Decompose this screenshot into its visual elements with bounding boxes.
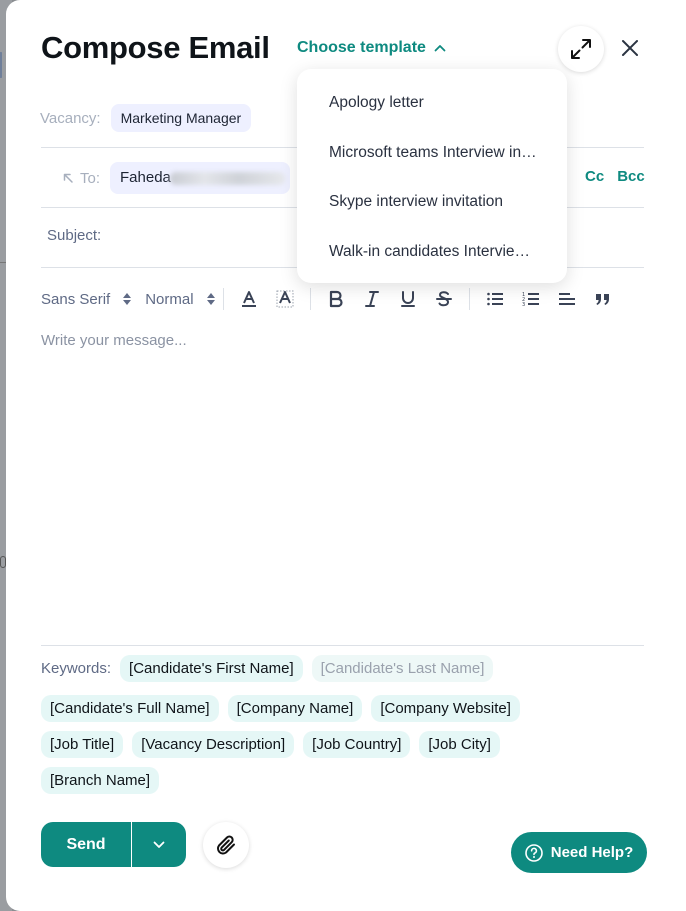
keyword-chip[interactable]: [Company Name]	[227, 695, 363, 722]
send-options-button[interactable]	[132, 822, 186, 867]
chevron-down-icon	[153, 841, 165, 848]
select-arrows-icon	[206, 293, 215, 305]
to-label-group: To:	[62, 170, 100, 187]
keyword-chip[interactable]: [Candidate's Full Name]	[41, 695, 219, 722]
expand-icon	[571, 39, 591, 59]
font-size-select[interactable]: Normal	[145, 290, 215, 308]
text-color-icon	[241, 291, 256, 307]
select-arrows-icon	[123, 293, 132, 305]
numbered-list-icon: 1 2 3	[522, 292, 539, 308]
editor-toolbar: Sans Serif Normal 1 2 3	[41, 284, 621, 314]
align-left-icon	[558, 293, 575, 305]
keyword-chip[interactable]: [Vacancy Description]	[132, 731, 295, 758]
compose-email-modal: Compose Email Choose template Apology le…	[6, 0, 686, 911]
send-button[interactable]: Send	[41, 822, 131, 867]
background-color-button[interactable]	[271, 285, 299, 313]
text-color-button[interactable]	[235, 285, 263, 313]
need-help-label: Need Help?	[550, 844, 634, 861]
template-option-apology[interactable]: Apology letter	[297, 78, 567, 128]
template-option-skype[interactable]: Skype interview invitation	[297, 177, 567, 227]
bold-button[interactable]	[322, 285, 350, 313]
font-size-value: Normal	[145, 290, 194, 308]
keywords-row: Keywords: [Candidate's First Name] [Cand…	[41, 655, 651, 682]
to-row: To: Faheda	[62, 162, 291, 194]
bcc-link[interactable]: Bcc	[617, 168, 645, 185]
keyword-chip[interactable]: [Branch Name]	[41, 767, 160, 794]
keyword-chip[interactable]: [Candidate's First Name]	[120, 655, 303, 682]
italic-button[interactable]	[358, 285, 386, 313]
chevron-up-icon	[434, 45, 446, 52]
toolbar-separator	[309, 288, 311, 310]
paperclip-icon	[217, 835, 235, 855]
underline-icon	[400, 291, 415, 307]
cc-link[interactable]: Cc	[585, 168, 604, 185]
keywords-row: [Candidate's Full Name] [Company Name] […	[41, 695, 651, 722]
message-placeholder: Write your message...	[41, 332, 187, 349]
choose-template-label: Choose template	[297, 39, 426, 56]
subject-label: Subject:	[47, 227, 102, 244]
to-label: To:	[80, 169, 101, 187]
modal-title: Compose Email	[41, 30, 270, 65]
keyword-chip[interactable]: [Company Website]	[371, 695, 520, 722]
vacancy-row: Vacancy: Marketing Manager	[40, 103, 252, 133]
blockquote-button[interactable]	[589, 285, 617, 313]
question-circle-icon	[524, 843, 543, 862]
font-family-select[interactable]: Sans Serif	[41, 290, 132, 308]
send-button-group: Send	[41, 822, 186, 867]
align-button[interactable]	[553, 285, 581, 313]
font-family-value: Sans Serif	[41, 290, 111, 308]
send-label: Send	[66, 835, 106, 853]
need-help-button[interactable]: Need Help?	[511, 832, 647, 873]
redacted-email	[170, 172, 286, 185]
message-editor[interactable]: Write your message...	[41, 332, 187, 349]
close-icon	[622, 40, 638, 56]
keyword-chip[interactable]: [Job City]	[419, 731, 500, 758]
keywords-label: Keywords:	[41, 660, 112, 677]
keyword-chip[interactable]: [Candidate's Last Name]	[311, 655, 494, 682]
bullet-list-button[interactable]	[481, 285, 509, 313]
attach-button[interactable]	[203, 822, 249, 868]
bullet-list-icon	[486, 292, 503, 306]
svg-text:3: 3	[522, 302, 525, 308]
cc-bcc-links: Cc Bcc	[585, 168, 645, 185]
keywords-row: [Job Title] [Vacancy Description] [Job C…	[41, 731, 651, 758]
italic-icon	[364, 291, 379, 307]
keyword-chip[interactable]: [Job Title]	[41, 731, 124, 758]
background-color-icon	[276, 290, 294, 308]
choose-template-toggle[interactable]: Choose template	[297, 39, 446, 57]
toolbar-separator	[222, 288, 224, 310]
strikethrough-button[interactable]	[430, 285, 458, 313]
recipient-chip[interactable]: Faheda	[110, 162, 291, 194]
numbered-list-button[interactable]: 1 2 3	[517, 285, 545, 313]
keyword-chip[interactable]: [Job Country]	[303, 731, 411, 758]
expand-button[interactable]	[558, 26, 604, 72]
arrow-up-left-icon	[63, 173, 73, 183]
close-button[interactable]	[618, 36, 642, 60]
vacancy-chip: Marketing Manager	[110, 104, 252, 132]
keywords-section: Keywords: [Candidate's First Name] [Cand…	[41, 655, 651, 803]
template-option-walkin[interactable]: Walk-in candidates Interview invitation	[297, 227, 567, 277]
template-option-teams[interactable]: Microsoft teams Interview invitation	[297, 128, 567, 178]
vacancy-label: Vacancy:	[40, 109, 101, 127]
recipient-name: Faheda	[120, 169, 171, 186]
quote-icon	[595, 294, 609, 305]
underline-button[interactable]	[394, 285, 422, 313]
toolbar-separator	[468, 288, 470, 310]
subject-field[interactable]: Subject:	[47, 227, 101, 244]
divider	[41, 645, 644, 646]
strikethrough-icon	[435, 291, 452, 307]
template-dropdown: Apology letter Microsoft teams Interview…	[297, 69, 567, 283]
keywords-row: [Branch Name]	[41, 767, 651, 794]
bold-icon	[329, 290, 343, 308]
